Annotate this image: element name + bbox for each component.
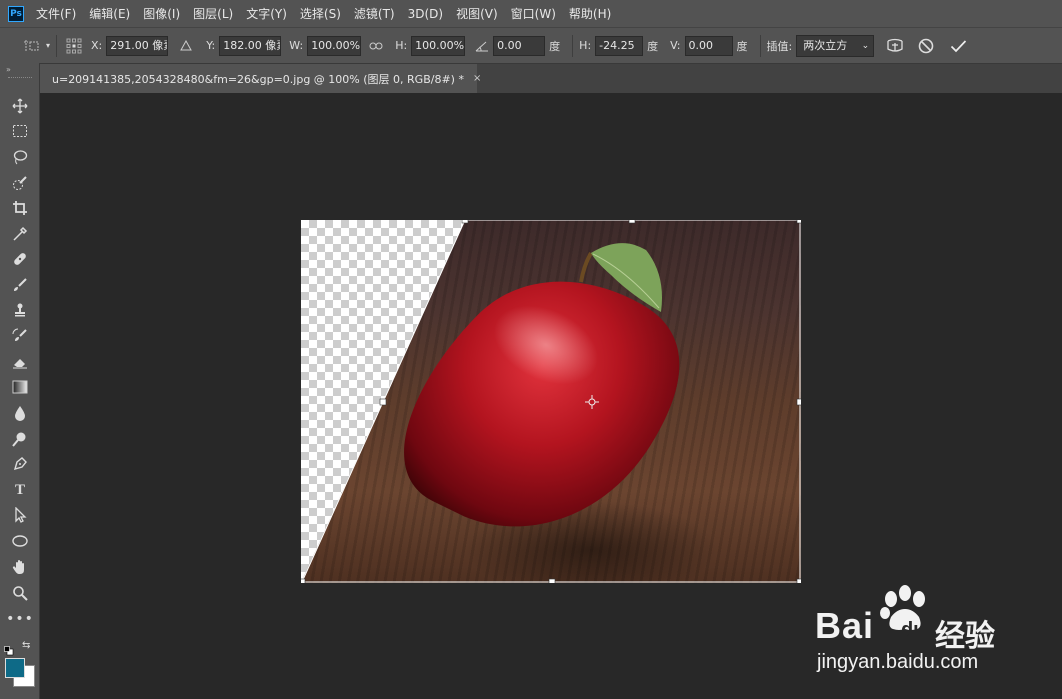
baidu-jingyan-watermark: Bai du 经验 jingyan.baidu.com: [815, 585, 1005, 680]
foreground-color-swatch[interactable]: [5, 658, 25, 678]
w-label: W:: [289, 39, 304, 52]
transform-center-point[interactable]: [585, 395, 599, 409]
interpolation-label: 插值:: [766, 39, 793, 53]
interpolation-select[interactable]: 两次立方 ⌄: [796, 34, 875, 57]
menu-file[interactable]: 文件(F): [36, 5, 76, 22]
menu-view[interactable]: 视图(V): [456, 5, 498, 22]
rotate-angle-unit: 度: [549, 39, 561, 53]
eraser-icon[interactable]: [10, 352, 30, 372]
menu-filter[interactable]: 滤镜(T): [354, 5, 395, 22]
path-selection-icon[interactable]: [10, 505, 30, 525]
skew-v-label: V:: [670, 39, 681, 52]
menu-window[interactable]: 窗口(W): [511, 5, 556, 22]
chevron-down-icon: ⌄: [861, 40, 870, 51]
link-icon[interactable]: [369, 42, 383, 50]
transform-handle-bottom[interactable]: [548, 578, 556, 583]
interpolation-value: 两次立方: [803, 38, 848, 52]
menu-3d[interactable]: 3D(D): [408, 7, 443, 21]
type-icon[interactable]: T: [10, 480, 30, 500]
history-brush-icon[interactable]: [10, 326, 30, 346]
h-label: H:: [395, 39, 408, 52]
divider: [759, 34, 761, 57]
dodge-icon[interactable]: [10, 429, 30, 449]
swap-colors-icon[interactable]: ⇆: [22, 640, 30, 651]
skew-h-label: H:: [579, 39, 592, 52]
transform-handle-top-left[interactable]: [461, 220, 469, 224]
commit-transform-icon[interactable]: [950, 39, 967, 53]
cancel-transform-icon[interactable]: [918, 38, 934, 54]
photoshop-logo: Ps: [8, 5, 24, 22]
transform-handle-left[interactable]: [379, 398, 387, 406]
more-tools-icon[interactable]: •••: [6, 609, 33, 629]
tools-panel: » T ••• ⇆: [0, 63, 40, 699]
preset-dropdown-icon[interactable]: ▾: [46, 41, 50, 50]
quick-selection-icon[interactable]: [10, 173, 30, 193]
menu-layer[interactable]: 图层(L): [193, 5, 233, 22]
transform-handle-top[interactable]: [628, 220, 636, 224]
watermark-brand: Bai: [815, 605, 875, 646]
zoom-icon[interactable]: [10, 583, 30, 603]
ellipse-icon[interactable]: [10, 531, 30, 551]
document-tab-strip: u=209141385,2054328480&fm=26&gp=0.jpg @ …: [40, 63, 1062, 93]
menu-edit[interactable]: 编辑(E): [89, 5, 130, 22]
transform-handle-top-right[interactable]: [796, 220, 801, 224]
collapse-toolbar-icon[interactable]: »: [6, 65, 11, 74]
x-position-field[interactable]: 291.00 像素: [106, 35, 169, 56]
document-tab-title: u=209141385,2054328480&fm=26&gp=0.jpg @ …: [52, 72, 464, 86]
transform-handle-bottom-right[interactable]: [796, 578, 801, 583]
clone-stamp-icon[interactable]: [10, 300, 30, 320]
move-tool-icon[interactable]: [10, 96, 30, 116]
eyedropper-icon[interactable]: [10, 224, 30, 244]
skew-h-field[interactable]: -24.25: [595, 35, 644, 56]
hand-icon[interactable]: [10, 557, 30, 577]
divider: [572, 34, 574, 57]
skew-h-unit: 度: [647, 39, 659, 53]
close-icon[interactable]: ×: [473, 73, 481, 84]
divider: [56, 34, 58, 57]
watermark-sub: 经验: [935, 619, 995, 654]
healing-brush-icon[interactable]: [10, 249, 30, 269]
menu-select[interactable]: 选择(S): [300, 5, 341, 22]
transform-bounding-box[interactable]: [301, 220, 801, 583]
y-label: Y:: [206, 39, 216, 52]
blur-icon[interactable]: [10, 403, 30, 423]
lasso-icon[interactable]: [10, 147, 30, 167]
toolbar-grip: [8, 77, 32, 79]
transform-handle-right[interactable]: [796, 398, 801, 406]
skew-v-field[interactable]: 0.00: [684, 35, 733, 56]
relative-position-icon[interactable]: [180, 40, 193, 51]
watermark-url: jingyan.baidu.com: [817, 651, 979, 673]
skew-v-unit: 度: [736, 39, 748, 53]
crop-icon[interactable]: [10, 198, 30, 218]
rotate-angle-field[interactable]: 0.00: [493, 35, 546, 56]
rotate-angle-icon: [475, 40, 489, 52]
gradient-icon[interactable]: [10, 377, 30, 397]
reference-point-icon[interactable]: [63, 38, 85, 54]
transform-handle-bottom-left[interactable]: [301, 578, 306, 583]
rectangular-marquee-icon[interactable]: [10, 121, 30, 141]
options-bar: ▾ X: 291.00 像素 Y: 182.00 像素 W: 100.00% H…: [0, 27, 1062, 63]
transform-tool-preset-icon[interactable]: [20, 39, 42, 53]
menu-type[interactable]: 文字(Y): [246, 5, 287, 22]
x-label: X:: [91, 39, 103, 52]
y-position-field[interactable]: 182.00 像素: [219, 35, 282, 56]
width-field[interactable]: 100.00%: [307, 35, 362, 56]
warp-mode-icon[interactable]: [886, 37, 904, 55]
height-field[interactable]: 100.00%: [411, 35, 466, 56]
brush-icon[interactable]: [10, 275, 30, 295]
menu-bar: Ps 文件(F) 编辑(E) 图像(I) 图层(L) 文字(Y) 选择(S) 滤…: [0, 0, 1062, 27]
menu-image[interactable]: 图像(I): [143, 5, 180, 22]
menu-help[interactable]: 帮助(H): [569, 5, 611, 22]
watermark-brand-tail: du: [901, 619, 926, 641]
pen-icon[interactable]: [10, 454, 30, 474]
document-tab[interactable]: u=209141385,2054328480&fm=26&gp=0.jpg @ …: [40, 64, 481, 93]
